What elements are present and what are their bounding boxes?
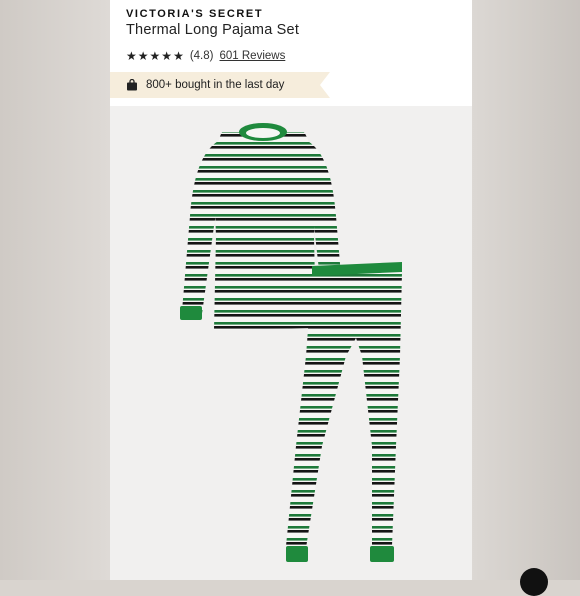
pajama-set-illustration bbox=[180, 123, 402, 562]
rating-value: (4.8) bbox=[189, 50, 214, 62]
social-proof-badge: 800+ bought in the last day bbox=[110, 72, 330, 98]
star-icon: ★ bbox=[173, 49, 184, 63]
floating-action-button[interactable] bbox=[520, 568, 548, 596]
rating-row: ★ ★ ★ ★ ★ (4.8) 601 Reviews bbox=[126, 48, 285, 64]
star-rating: ★ ★ ★ ★ ★ bbox=[126, 50, 184, 62]
backdrop-right bbox=[470, 0, 580, 580]
star-icon: ★ bbox=[137, 49, 149, 63]
star-icon: ★ bbox=[149, 49, 161, 63]
star-icon: ★ bbox=[161, 49, 173, 63]
backdrop-left bbox=[0, 0, 110, 580]
shopping-bag-icon bbox=[127, 79, 137, 91]
reviews-link[interactable]: 601 Reviews bbox=[219, 50, 285, 62]
product-page: VICTORIA'S SECRET Thermal Long Pajama Se… bbox=[110, 0, 472, 580]
product-title: Thermal Long Pajama Set bbox=[126, 22, 300, 38]
product-image[interactable] bbox=[110, 106, 472, 580]
brand-name: VICTORIA'S SECRET bbox=[126, 8, 264, 20]
badge-text: 800+ bought in the last day bbox=[146, 79, 285, 91]
star-icon: ★ bbox=[126, 49, 137, 63]
